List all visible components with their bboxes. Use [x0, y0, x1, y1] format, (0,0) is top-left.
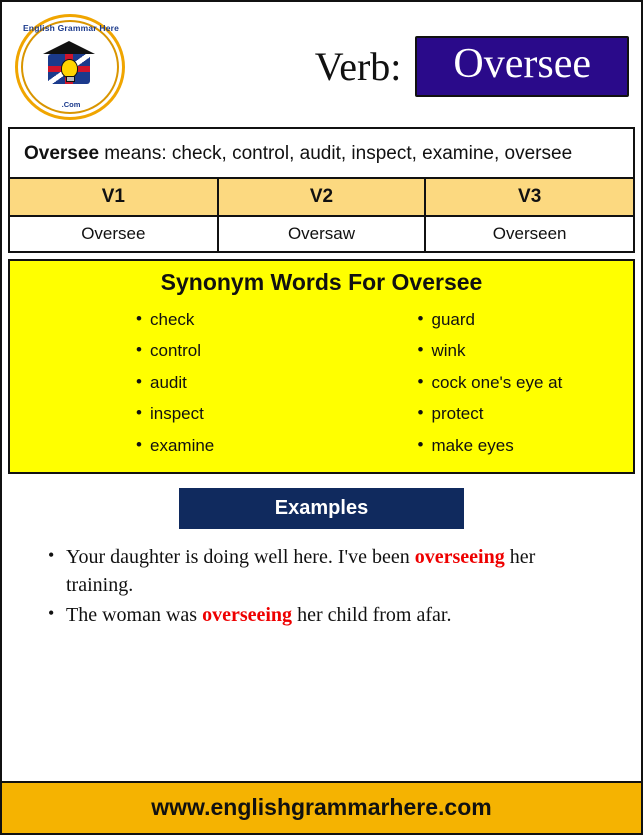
list-item: audit — [136, 366, 322, 399]
footer-url: www.englishgrammarhere.com — [2, 783, 641, 833]
example-1-highlight: overseeing — [414, 545, 505, 568]
synonyms-columns: check control audit inspect examine guar… — [10, 303, 633, 462]
list-item: The woman was overseeing her child from … — [48, 601, 605, 629]
verb-forms-table: V1 V2 V3 Oversee Oversaw Overseen — [10, 176, 633, 251]
page-header: English Grammar Here .Com Verb: Oversee — [2, 2, 641, 127]
list-item: examine — [136, 429, 322, 462]
table-header-v1: V1 — [10, 176, 219, 217]
verb-value-box: Oversee — [415, 36, 629, 97]
meaning-word: Oversee — [24, 143, 100, 164]
table-cell-v2: Oversaw — [216, 214, 427, 251]
table-header-v2: V2 — [216, 176, 427, 217]
lightbulb-icon — [61, 58, 78, 82]
list-item: cock one's eye at — [418, 366, 604, 399]
list-item: Your daughter is doing well here. I've b… — [48, 543, 605, 600]
list-item: check — [136, 303, 322, 336]
list-item: make eyes — [418, 429, 604, 462]
meaning-text: Oversee means: check, control, audit, in… — [10, 129, 633, 177]
list-item: wink — [418, 334, 604, 367]
list-item: inspect — [136, 397, 322, 430]
examples-header: Examples — [178, 487, 465, 529]
example-2-before: The woman was — [66, 604, 203, 627]
table-header-v3: V3 — [424, 176, 633, 217]
site-logo: English Grammar Here .Com — [12, 11, 130, 123]
synonyms-title-word: Oversee — [391, 268, 483, 295]
table-cell-v3: Overseen — [424, 214, 633, 251]
synonyms-column-right: guard wink cock one's eye at protect mak… — [322, 303, 604, 462]
table-row: Oversee Oversaw Overseen — [10, 214, 633, 251]
meaning-block: Oversee means: check, control, audit, in… — [8, 127, 635, 253]
example-1-before: Your daughter is doing well here. I've b… — [66, 545, 415, 568]
table-cell-v1: Oversee — [10, 214, 219, 251]
list-item: protect — [418, 397, 604, 430]
logo-top-text: English Grammar Here — [22, 22, 120, 33]
table-header-row: V1 V2 V3 — [10, 176, 633, 217]
examples-list: Your daughter is doing well here. I've b… — [2, 543, 641, 632]
synonyms-column-left: check control audit inspect examine — [40, 303, 322, 462]
title-area: Verb: Oversee — [130, 36, 631, 97]
synonyms-title: Synonym Words For Oversee — [10, 269, 633, 296]
example-2-after: her child from afar. — [292, 604, 452, 627]
synonyms-title-prefix: Synonym Words For — [160, 268, 392, 295]
graduation-cap-icon — [43, 40, 95, 54]
verb-label: Verb: — [314, 44, 402, 89]
worksheet-page: English Grammar Here .Com Verb: Oversee … — [0, 0, 643, 835]
synonyms-block: Synonym Words For Oversee check control … — [8, 258, 635, 474]
examples-header-wrap: Examples — [2, 487, 641, 529]
example-2-highlight: overseeing — [202, 604, 293, 627]
meaning-rest: means: check, control, audit, inspect, e… — [99, 143, 573, 164]
logo-bottom-text: .Com — [61, 99, 81, 109]
list-item: guard — [418, 303, 604, 336]
list-item: control — [136, 334, 322, 367]
